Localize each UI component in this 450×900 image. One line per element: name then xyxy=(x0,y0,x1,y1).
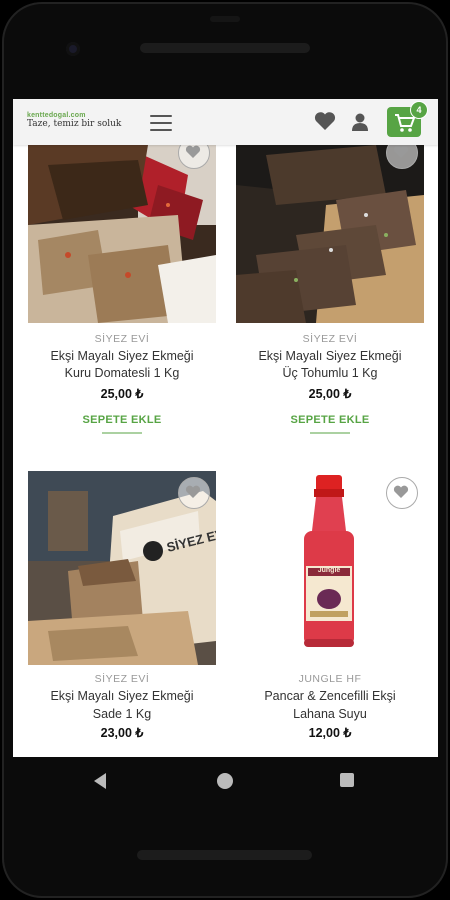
add-to-cart-underline xyxy=(102,432,142,434)
product-image[interactable]: SİYEZ EV xyxy=(28,471,216,665)
product-name-line2[interactable]: Sade 1 Kg xyxy=(28,706,216,723)
bottle-label: Jungle xyxy=(317,567,341,574)
product-image[interactable] xyxy=(236,145,424,323)
earpiece xyxy=(210,16,240,22)
wishlist-heart-icon xyxy=(185,485,201,498)
wishlist-heart-icon[interactable] xyxy=(314,111,336,131)
phone-frame: SİYEZ EVİ Ekşi Mayalı Siyez Ekmeği Kuru … xyxy=(0,0,450,900)
home-icon[interactable] xyxy=(217,773,233,789)
product-name-line2[interactable]: Kuru Domatesli 1 Kg xyxy=(28,365,216,382)
product-brand: SİYEZ EVİ xyxy=(94,673,150,685)
wishlist-button[interactable] xyxy=(386,477,418,509)
product-brand: SİYEZ EVİ xyxy=(94,333,150,345)
app-screen: SİYEZ EVİ Ekşi Mayalı Siyez Ekmeği Kuru … xyxy=(13,99,438,757)
add-to-cart-button[interactable]: SEPETE EKLE xyxy=(82,414,162,426)
product-name-line1[interactable]: Ekşi Mayalı Siyez Ekmeği xyxy=(28,688,216,705)
logo-slogan[interactable]: Taze, temiz bir soluk xyxy=(27,119,121,129)
product-name-line1[interactable]: Pancar & Zencefilli Ekşi xyxy=(236,688,424,705)
product-name-line1[interactable]: Ekşi Mayalı Siyez Ekmeği xyxy=(28,348,216,365)
product-price: 25,00 ₺ xyxy=(308,387,352,401)
wishlist-heart-icon xyxy=(393,145,409,158)
product-price: 12,00 ₺ xyxy=(308,726,352,740)
user-icon[interactable] xyxy=(350,112,370,132)
product-image[interactable] xyxy=(28,145,216,323)
add-to-cart-underline xyxy=(310,432,350,434)
wishlist-heart-icon xyxy=(185,145,201,158)
site-header: kenttedogal.com Taze, temiz bir soluk xyxy=(13,99,438,145)
add-to-cart-button[interactable]: SEPETE EKLE xyxy=(290,414,370,426)
product-name-line1[interactable]: Ekşi Mayalı Siyez Ekmeği xyxy=(236,348,424,365)
product-name-line2[interactable]: Lahana Suyu xyxy=(236,706,424,723)
product-image[interactable]: Jungle xyxy=(236,471,424,665)
product-name-line2[interactable]: Üç Tohumlu 1 Kg xyxy=(236,365,424,382)
recents-icon[interactable] xyxy=(340,773,354,787)
wishlist-button[interactable] xyxy=(178,477,210,509)
product-brand: JUNGLE HF xyxy=(298,673,362,685)
bottom-speaker xyxy=(137,850,312,860)
front-camera xyxy=(66,42,80,56)
cart-count-badge: 4 xyxy=(410,101,428,119)
back-icon[interactable] xyxy=(92,772,108,790)
product-price: 23,00 ₺ xyxy=(100,726,144,740)
logo-domain[interactable]: kenttedogal.com xyxy=(27,112,86,119)
hamburger-menu-icon[interactable] xyxy=(150,115,172,131)
wishlist-heart-icon xyxy=(393,485,409,498)
product-brand: SİYEZ EVİ xyxy=(302,333,358,345)
product-price: 25,00 ₺ xyxy=(100,387,144,401)
top-speaker xyxy=(140,43,310,53)
